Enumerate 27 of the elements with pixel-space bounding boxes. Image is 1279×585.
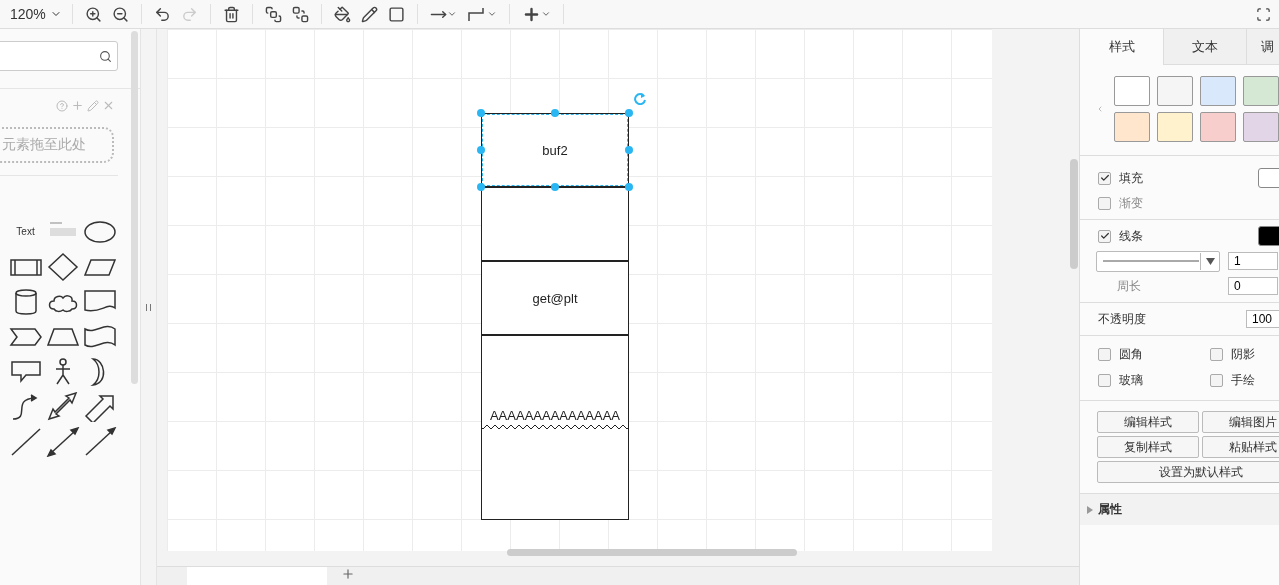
style-button[interactable]: 编辑样式 <box>1097 411 1199 433</box>
option-label: 圆角 <box>1119 345 1143 363</box>
diagram-cell[interactable]: get@plt <box>481 261 629 335</box>
opacity-field[interactable]: 100 <box>1246 310 1279 328</box>
diagram-cell[interactable]: AAAAAAAAAAAAAAA <box>481 335 629 520</box>
diagram-cell[interactable]: buf2 <box>481 113 629 187</box>
perimeter-field[interactable]: 0 <box>1228 277 1278 295</box>
perimeter-label: 周长 <box>1117 277 1141 295</box>
panel-tab[interactable]: 文本 <box>1163 29 1246 65</box>
style-button[interactable]: 粘贴样式 <box>1202 436 1279 458</box>
gradient-label: 渐变 <box>1119 194 1143 212</box>
option-label: 阴影 <box>1231 345 1255 363</box>
panel-tab[interactable]: 调 <box>1246 29 1279 65</box>
style-button[interactable]: 复制样式 <box>1097 436 1199 458</box>
style-button[interactable]: 编辑图片 <box>1202 411 1279 433</box>
text-shape[interactable]: Text <box>16 226 35 237</box>
option-label: 玻璃 <box>1119 371 1143 389</box>
opacity-label: 不透明度 <box>1098 310 1146 328</box>
fill-label: 填充 <box>1119 169 1143 187</box>
line-label: 线条 <box>1119 227 1143 245</box>
line-width-field[interactable]: 1 <box>1228 252 1278 270</box>
option-label: 手绘 <box>1231 371 1255 389</box>
zoom-dropdown[interactable]: 120% <box>10 6 62 22</box>
cell-label: AAAAAAAAAAAAAAA <box>488 409 622 423</box>
style-button[interactable]: 设置为默认样式 <box>1097 461 1279 483</box>
properties-header[interactable]: 属性 <box>1080 494 1279 525</box>
scratchpad-drop-zone: 元素拖至此处 <box>0 127 114 163</box>
